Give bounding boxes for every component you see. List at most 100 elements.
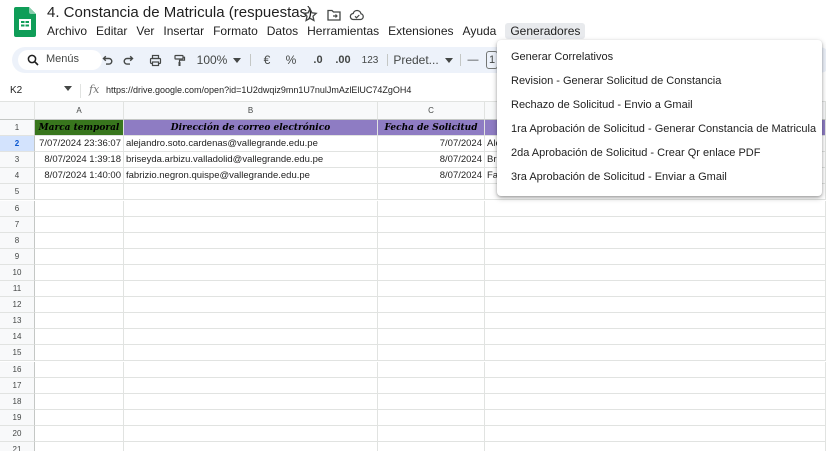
row-header[interactable]: 13: [0, 313, 35, 330]
grid-cell[interactable]: [485, 297, 826, 314]
grid-cell[interactable]: [485, 425, 826, 442]
header-cell[interactable]: Dirección de correo electrónico: [124, 120, 378, 137]
grid-cell[interactable]: [378, 297, 485, 314]
row-header[interactable]: 19: [0, 409, 35, 426]
sheets-logo[interactable]: [14, 7, 36, 37]
grid-cell[interactable]: [35, 393, 124, 410]
grid-cell[interactable]: [124, 345, 378, 362]
grid-cell[interactable]: [485, 216, 826, 233]
grid-cell[interactable]: [124, 377, 378, 394]
grid-cell[interactable]: [124, 184, 378, 201]
grid-cell[interactable]: [124, 264, 378, 281]
grid-cell[interactable]: [35, 281, 124, 298]
data-cell[interactable]: 8/07/2024: [378, 152, 485, 169]
grid-cell[interactable]: [378, 377, 485, 394]
grid-cell[interactable]: [485, 281, 826, 298]
grid-cell[interactable]: [485, 313, 826, 330]
grid-cell[interactable]: [35, 442, 124, 451]
grid-cell[interactable]: [35, 216, 124, 233]
font-select[interactable]: Predet...: [392, 51, 454, 69]
grid-cell[interactable]: [124, 442, 378, 451]
grid-cell[interactable]: [378, 329, 485, 346]
menu-option-2da-aprobacion[interactable]: 2da Aprobación de Solicitud - Crear Qr e…: [511, 147, 760, 159]
grid-cell[interactable]: [378, 313, 485, 330]
grid-cell[interactable]: [124, 297, 378, 314]
grid-cell[interactable]: [124, 329, 378, 346]
grid-cell[interactable]: [378, 232, 485, 249]
row-header[interactable]: 9: [0, 248, 35, 265]
grid-cell[interactable]: [485, 232, 826, 249]
name-box[interactable]: K2: [10, 85, 22, 96]
grid-cell[interactable]: [485, 377, 826, 394]
row-header[interactable]: 12: [0, 297, 35, 314]
row-header[interactable]: 8: [0, 232, 35, 249]
grid-cell[interactable]: [35, 184, 124, 201]
document-title[interactable]: 4. Constancia de Matricula (respuestas): [47, 4, 312, 21]
grid-cell[interactable]: [378, 216, 485, 233]
grid-cell[interactable]: [378, 345, 485, 362]
grid-cell[interactable]: [35, 361, 124, 378]
grid-cell[interactable]: [378, 425, 485, 442]
row-header[interactable]: 15: [0, 345, 35, 362]
menu-archivo[interactable]: Archivo: [47, 23, 93, 39]
menu-option-revision-generar-solicitud[interactable]: Revision - Generar Solicitud de Constanc…: [511, 75, 721, 87]
menu-option-generar-correlativos[interactable]: Generar Correlativos: [511, 51, 613, 63]
header-cell[interactable]: Marca temporal: [35, 120, 124, 137]
chevron-down-icon[interactable]: [64, 86, 72, 91]
search-menus-box[interactable]: Menús: [18, 50, 102, 70]
menu-option-3ra-aprobacion[interactable]: 3ra Aprobación de Solicitud - Enviar a G…: [511, 171, 727, 183]
grid-cell[interactable]: [124, 200, 378, 217]
grid-cell[interactable]: [35, 297, 124, 314]
row-header[interactable]: 17: [0, 377, 35, 394]
grid-cell[interactable]: [485, 248, 826, 265]
column-header-b[interactable]: B: [124, 102, 378, 120]
menu-option-rechazo-solicitud[interactable]: Rechazo de Solicitud - Envio a Gmail: [511, 99, 693, 111]
grid-cell[interactable]: [378, 200, 485, 217]
data-cell[interactable]: 7/07/2024 23:36:07: [35, 136, 124, 153]
grid-cell[interactable]: [485, 409, 826, 426]
grid-cell[interactable]: [378, 248, 485, 265]
data-cell[interactable]: alejandro.soto.cardenas@vallegrande.edu.…: [124, 136, 378, 153]
number-format-button[interactable]: 123: [359, 51, 381, 69]
decrease-decimal-button[interactable]: .0: [309, 51, 327, 69]
decrease-font-size-button[interactable]: —: [466, 51, 480, 69]
menu-option-1ra-aprobacion[interactable]: 1ra Aprobación de Solicitud - Generar Co…: [511, 123, 816, 135]
grid-cell[interactable]: [124, 232, 378, 249]
grid-cell[interactable]: [485, 442, 826, 451]
menu-ayuda[interactable]: Ayuda: [463, 23, 503, 39]
grid-cell[interactable]: [378, 184, 485, 201]
row-header[interactable]: 21: [0, 442, 35, 451]
grid-cell[interactable]: [485, 264, 826, 281]
grid-cell[interactable]: [124, 361, 378, 378]
grid-cell[interactable]: [124, 216, 378, 233]
row-header[interactable]: 1: [0, 120, 35, 137]
grid-cell[interactable]: [35, 377, 124, 394]
cloud-status-icon[interactable]: [349, 7, 365, 23]
zoom-select[interactable]: 100%: [196, 51, 242, 69]
grid-cell[interactable]: [35, 409, 124, 426]
menu-formato[interactable]: Formato: [213, 23, 264, 39]
percent-format-button[interactable]: %: [284, 51, 298, 69]
grid-cell[interactable]: [124, 281, 378, 298]
grid-cell[interactable]: [485, 361, 826, 378]
row-header[interactable]: 4: [0, 168, 35, 185]
data-cell[interactable]: 8/07/2024 1:39:18: [35, 152, 124, 169]
menu-datos[interactable]: Datos: [267, 23, 304, 39]
grid-cell[interactable]: [35, 329, 124, 346]
header-cell[interactable]: Fecha de Solicitud: [378, 120, 485, 137]
menu-ver[interactable]: Ver: [136, 23, 160, 39]
data-cell[interactable]: 7/07/2024: [378, 136, 485, 153]
grid-cell[interactable]: [378, 264, 485, 281]
grid-cell[interactable]: [124, 393, 378, 410]
grid-cell[interactable]: [485, 393, 826, 410]
redo-button[interactable]: [120, 51, 138, 69]
menu-extensiones[interactable]: Extensiones: [388, 23, 459, 39]
row-header[interactable]: 7: [0, 216, 35, 233]
row-header[interactable]: 16: [0, 361, 35, 378]
currency-format-button[interactable]: €: [260, 51, 274, 69]
row-header[interactable]: 18: [0, 393, 35, 410]
row-header[interactable]: 2: [0, 136, 35, 153]
grid-cell[interactable]: [124, 248, 378, 265]
column-header-a[interactable]: A: [35, 102, 124, 120]
print-button[interactable]: [146, 51, 164, 69]
